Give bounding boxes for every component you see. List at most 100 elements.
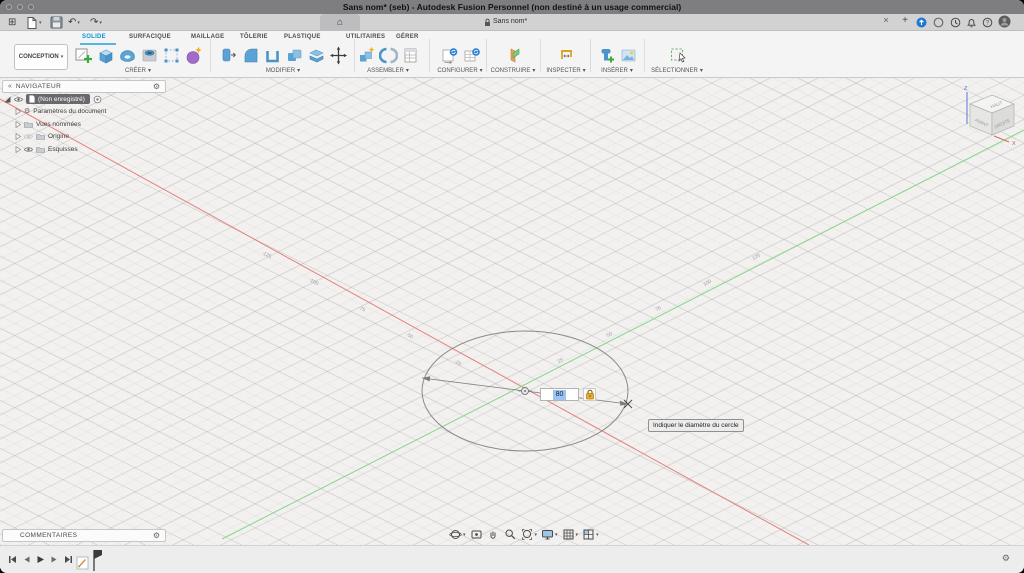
gear-icon[interactable]: ⚙ <box>153 532 160 540</box>
new-component-icon[interactable] <box>357 45 376 66</box>
x-axis-line <box>0 99 809 545</box>
notifications-button[interactable] <box>966 15 977 30</box>
group-label-selectionner[interactable]: SÉLECTIONNER▾ <box>651 67 703 74</box>
eye-icon[interactable] <box>14 96 23 103</box>
navigator-tree: (Non enregistré) ⚙ Paramètres du documen… <box>4 94 106 154</box>
create-form-icon[interactable] <box>184 45 203 66</box>
display-settings-button[interactable]: ▾ <box>541 528 558 541</box>
document-tab[interactable]: Sans nom* <box>493 18 527 25</box>
tab-maillage[interactable]: MAILLAGE <box>191 34 224 40</box>
zoom-button[interactable] <box>504 528 517 541</box>
lock-icon <box>484 18 491 27</box>
chevron-down-icon: ▾ <box>99 20 102 26</box>
navigator-panel-header[interactable]: « NAVIGATEUR ⚙ <box>2 80 166 93</box>
fillet-icon[interactable] <box>241 45 260 66</box>
tree-item-origin[interactable]: Origine <box>4 132 106 142</box>
active-document-item[interactable]: (Non enregistré) <box>26 94 90 104</box>
avatar[interactable] <box>998 14 1011 29</box>
tab-solide[interactable]: SOLIDE <box>82 34 106 40</box>
collapse-panel-icon[interactable]: « <box>8 83 12 90</box>
timeline-settings-gear[interactable]: ⚙ <box>1002 553 1010 564</box>
move-icon[interactable] <box>329 45 348 66</box>
collapsed-arrow-icon[interactable] <box>15 121 21 128</box>
tab-utilitaires[interactable]: UTILITAIRES <box>346 34 385 40</box>
expanded-arrow-icon[interactable] <box>4 96 11 103</box>
step-back-button[interactable] <box>22 555 31 564</box>
go-to-end-button[interactable] <box>64 555 73 564</box>
group-label-creer[interactable]: CRÉER▾ <box>125 67 151 74</box>
bom-list-icon[interactable] <box>401 45 420 66</box>
tab-surfacique[interactable]: SURFACIQUE <box>129 34 171 40</box>
fit-button[interactable]: ▾ <box>521 528 538 541</box>
group-label-modifier[interactable]: MODIFIER▾ <box>266 67 300 74</box>
svg-text:125: 125 <box>751 252 761 261</box>
hole-icon[interactable] <box>140 45 159 66</box>
go-to-start-button[interactable] <box>8 555 17 564</box>
timeline-sketch-feature[interactable] <box>76 555 90 571</box>
redo-button[interactable]: ↷▾ <box>90 15 102 30</box>
group-label-inserer[interactable]: INSÉRER▾ <box>601 67 633 74</box>
press-pull-icon[interactable] <box>219 45 238 66</box>
canvas-viewport[interactable]: -125 -100 -75 -50 -25 25 50 75 100 125 <box>0 78 1024 545</box>
eye-hidden-icon[interactable] <box>24 133 33 140</box>
play-button[interactable] <box>36 555 45 564</box>
measure-icon[interactable] <box>557 45 576 66</box>
activate-component-radio[interactable] <box>93 95 102 104</box>
create-sketch-icon[interactable] <box>74 45 93 66</box>
rectangular-pattern-icon[interactable] <box>162 45 181 66</box>
job-status-button[interactable] <box>916 15 927 30</box>
insert-shape-icon[interactable] <box>597 45 616 66</box>
extensions-button[interactable] <box>933 15 944 30</box>
tree-item-document-settings[interactable]: ⚙ Paramètres du document <box>4 107 106 117</box>
select-icon[interactable] <box>668 45 687 66</box>
tree-item-sketches[interactable]: Esquisses <box>4 144 106 154</box>
tree-item-named-views[interactable]: Vues nommées <box>4 119 106 129</box>
step-forward-button[interactable] <box>50 555 59 564</box>
extrude-icon[interactable] <box>96 45 115 66</box>
pan-button[interactable] <box>487 528 500 541</box>
comments-panel-header[interactable]: COMMENTAIRES ⚙ <box>2 529 166 542</box>
tab-tolerie[interactable]: TÔLERIE <box>240 34 268 40</box>
new-tab-button[interactable]: + <box>899 15 911 26</box>
collapsed-arrow-icon[interactable] <box>15 146 21 153</box>
gear-icon[interactable]: ⚙ <box>153 83 160 91</box>
group-label-inspecter[interactable]: INSPECTER▾ <box>546 67 585 74</box>
file-menu-button[interactable]: ▾ <box>26 15 42 30</box>
configuration-table-icon[interactable] <box>462 45 481 66</box>
tree-item-root[interactable]: (Non enregistré) <box>4 94 106 104</box>
joint-icon[interactable] <box>379 45 398 66</box>
group-configurer: CONFIGURER▾ <box>432 43 488 74</box>
look-at-button[interactable] <box>470 528 483 541</box>
group-label-construire[interactable]: CONSTRUIRE▾ <box>491 67 536 74</box>
viewports-button[interactable]: ▾ <box>582 528 599 541</box>
construction-plane-icon[interactable] <box>504 45 523 66</box>
help-button[interactable]: ? <box>982 15 993 30</box>
apps-grid-icon[interactable]: ⊞ <box>8 15 16 30</box>
timeline-position-marker[interactable] <box>92 549 104 572</box>
eye-icon[interactable] <box>24 146 33 153</box>
combine-icon[interactable] <box>285 45 304 66</box>
grid-settings-button[interactable]: ▾ <box>562 528 579 541</box>
insert-image-icon[interactable] <box>619 45 638 66</box>
group-label-assembler[interactable]: ASSEMBLER▾ <box>367 67 409 74</box>
split-body-icon[interactable] <box>307 45 326 66</box>
dimension-lock-button[interactable] <box>583 388 596 401</box>
shell-icon[interactable] <box>263 45 282 66</box>
workspace-selector[interactable]: CONCEPTION▾ <box>14 44 68 70</box>
home-tab[interactable]: ⌂ <box>320 14 360 31</box>
tab-plastique[interactable]: PLASTIQUE <box>284 34 321 40</box>
close-tab-button[interactable]: × <box>880 15 892 25</box>
undo-button[interactable]: ↶▾ <box>68 15 80 30</box>
model-canvas[interactable]: -125 -100 -75 -50 -25 25 50 75 100 125 <box>0 78 1024 545</box>
configuration-icon[interactable] <box>440 45 459 66</box>
activity-history-button[interactable] <box>950 15 961 30</box>
collapsed-arrow-icon[interactable] <box>15 108 21 115</box>
revolve-icon[interactable] <box>118 45 137 66</box>
group-label-configurer[interactable]: CONFIGURER▾ <box>437 67 482 74</box>
collapsed-arrow-icon[interactable] <box>15 133 21 140</box>
orbit-button[interactable]: ▾ <box>449 528 466 541</box>
gear-icon: ⚙ <box>24 108 30 115</box>
save-button[interactable] <box>50 15 63 30</box>
tab-gerer[interactable]: GÉRER <box>396 34 419 40</box>
diameter-input[interactable]: 80 <box>540 388 579 401</box>
